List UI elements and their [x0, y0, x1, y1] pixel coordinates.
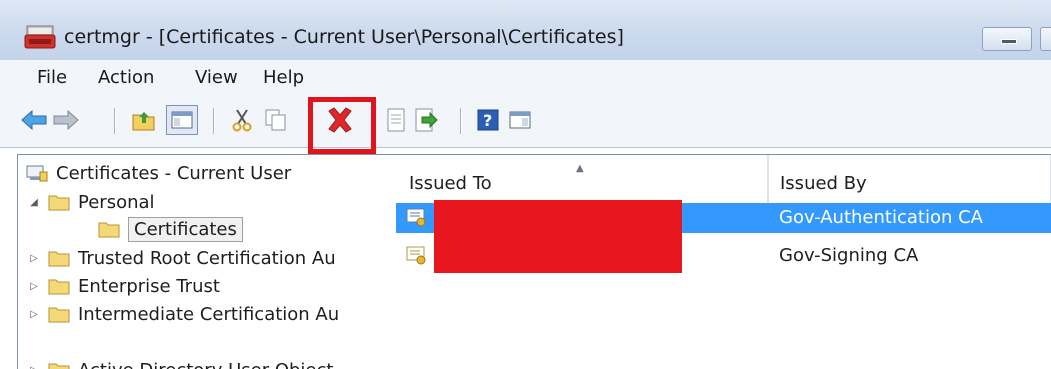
folder-icon	[48, 251, 70, 267]
folder-icon	[98, 222, 120, 238]
menu-action[interactable]: Action	[98, 67, 154, 88]
tree-item-label: Enterprise Trust	[78, 275, 220, 297]
tree-root[interactable]: Certificates - Current User	[26, 159, 291, 187]
menu-bar: File Action View Help	[0, 60, 1051, 96]
up-one-level-button[interactable]	[130, 106, 158, 134]
console-tree: Certificates - Current User ◢ Personal C…	[17, 154, 399, 369]
certificates-snapin-icon	[26, 165, 48, 182]
maximize-button[interactable]	[1040, 27, 1051, 51]
export-icon	[415, 108, 438, 132]
back-icon	[21, 110, 47, 130]
folder-icon	[48, 307, 70, 323]
tree-item-label: Intermediate Certification Au	[78, 303, 340, 325]
properties-button[interactable]	[382, 106, 410, 134]
collapsed-arrow-icon[interactable]: ▷	[26, 306, 42, 322]
tree-item-label: Personal	[78, 191, 155, 213]
tree-item-trusted-root[interactable]: ▷ Trusted Root Certification Au	[26, 244, 336, 272]
export-list-button[interactable]	[412, 106, 440, 134]
tree-root-label: Certificates - Current User	[56, 162, 292, 184]
folder-icon	[48, 363, 70, 369]
toolbar: ?	[0, 96, 1051, 148]
folder-icon	[48, 279, 70, 295]
collapsed-arrow-icon[interactable]: ▷	[26, 278, 42, 294]
issued-by-cell: Gov-Authentication CA	[779, 207, 983, 228]
cut-button[interactable]	[228, 106, 256, 134]
back-button[interactable]	[20, 106, 48, 134]
certmgr-app-icon	[24, 25, 56, 49]
title-bar: certmgr - [Certificates - Current User\P…	[0, 0, 1051, 60]
forward-button[interactable]	[52, 106, 80, 134]
delete-button-highlight	[308, 97, 376, 154]
tree-item-active-directory[interactable]: ▷ Active Directory User Object	[26, 356, 333, 369]
forward-icon	[53, 110, 79, 130]
tree-item-enterprise-trust[interactable]: ▷ Enterprise Trust	[26, 272, 220, 300]
window-title: certmgr - [Certificates - Current User\P…	[64, 26, 624, 48]
console-view-icon	[509, 111, 531, 129]
show-hide-tree-icon	[171, 111, 193, 129]
tree-item-certificates[interactable]: Certificates	[98, 215, 243, 243]
column-header-label: Issued To	[409, 172, 492, 194]
expanded-arrow-icon[interactable]: ◢	[26, 194, 42, 210]
redaction-block	[434, 200, 682, 273]
tree-item-label: Trusted Root Certification Au	[78, 247, 336, 269]
minimize-button[interactable]	[982, 27, 1032, 51]
tree-item-label: Certificates	[128, 216, 243, 242]
menu-view[interactable]: View	[195, 67, 238, 88]
issued-by-cell: Gov-Signing CA	[779, 245, 919, 266]
cut-icon	[232, 109, 252, 132]
certificate-icon	[406, 246, 426, 265]
copy-icon	[265, 109, 286, 131]
folder-icon	[48, 195, 70, 211]
tree-item-intermediate[interactable]: ▷ Intermediate Certification Au	[26, 300, 339, 328]
help-icon: ?	[477, 109, 499, 131]
menu-file[interactable]: File	[37, 67, 67, 88]
properties-icon	[387, 108, 405, 132]
menu-help[interactable]: Help	[263, 67, 304, 88]
column-header-issued-by[interactable]: Issued By	[768, 155, 1051, 207]
collapsed-arrow-icon[interactable]: ▷	[26, 250, 42, 266]
certificate-icon	[406, 208, 426, 227]
sort-ascending-icon: ▲	[576, 163, 584, 174]
tree-item-personal[interactable]: ◢ Personal	[26, 188, 155, 216]
tree-item-label: Active Directory User Object	[78, 360, 333, 369]
column-header-label: Issued By	[780, 172, 867, 194]
copy-button[interactable]	[262, 106, 290, 134]
help-button[interactable]: ?	[474, 106, 502, 134]
collapsed-arrow-icon[interactable]: ▷	[26, 362, 42, 369]
up-folder-icon	[132, 112, 155, 131]
minimize-icon	[1001, 39, 1017, 44]
svg-text:?: ?	[483, 111, 492, 130]
show-hide-console-tree-button[interactable]	[166, 105, 198, 135]
console-view-button[interactable]	[506, 106, 534, 134]
